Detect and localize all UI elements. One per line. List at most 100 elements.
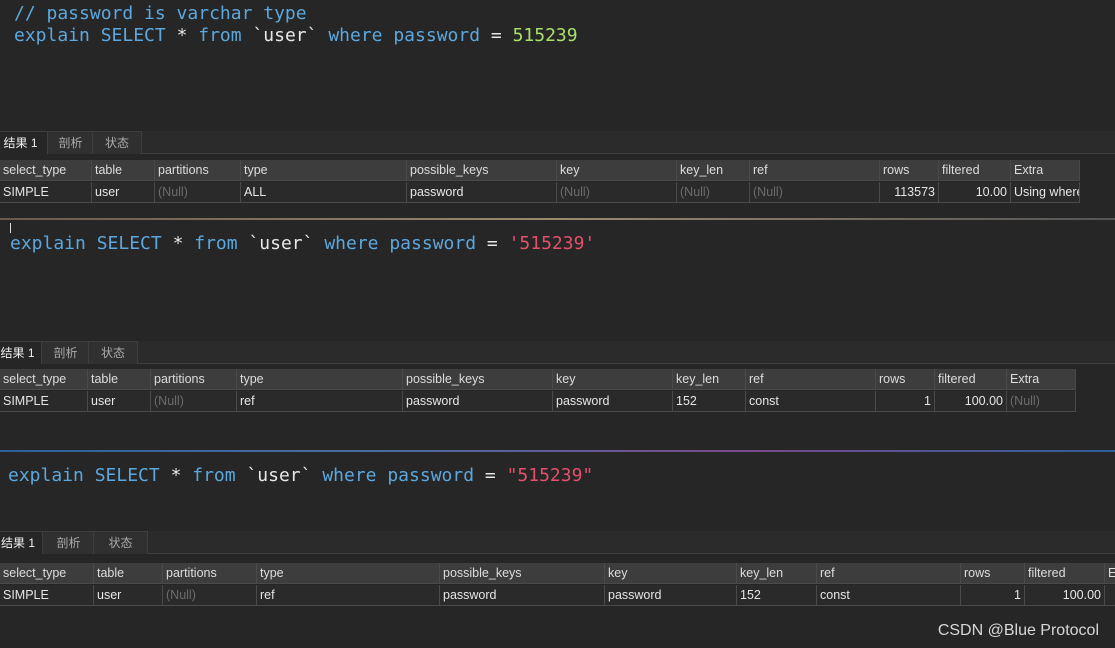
table-cell[interactable]: 113573: [880, 182, 939, 203]
column-header[interactable]: key: [605, 563, 737, 584]
sql-token: from: [198, 25, 242, 46]
table-cell[interactable]: password: [403, 391, 553, 412]
column-header[interactable]: key: [553, 369, 673, 390]
watermark: CSDN @Blue Protocol: [937, 622, 1099, 639]
sql-query-line[interactable]: explain SELECT * from `user` where passw…: [10, 233, 595, 254]
table-cell[interactable]: 100.00: [935, 391, 1007, 412]
sql-token: `user`: [246, 465, 312, 486]
sql-query-line[interactable]: explain SELECT * from `user` where passw…: [14, 25, 578, 46]
column-header[interactable]: type: [237, 369, 403, 390]
table-cell[interactable]: (Null): [155, 182, 241, 203]
table-cell[interactable]: [1105, 585, 1115, 606]
column-header[interactable]: filtered: [939, 160, 1011, 181]
column-header[interactable]: filtered: [935, 369, 1007, 390]
column-header[interactable]: table: [94, 563, 163, 584]
column-header[interactable]: ref: [750, 160, 880, 181]
column-header[interactable]: ref: [817, 563, 961, 584]
table-cell[interactable]: 1: [961, 585, 1025, 606]
sql-token: *: [170, 465, 182, 486]
column-header[interactable]: type: [257, 563, 440, 584]
sql-token: explain SELECT: [8, 465, 160, 486]
column-header[interactable]: Extra: [1007, 369, 1076, 390]
panel-divider: [0, 218, 1115, 220]
sql-token: where password: [324, 233, 477, 254]
column-header[interactable]: filtered: [1025, 563, 1105, 584]
column-header[interactable]: Extra: [1011, 160, 1080, 181]
tab-result[interactable]: 结果 1: [0, 131, 49, 154]
table-cell[interactable]: (Null): [557, 182, 677, 203]
table-cell[interactable]: ALL: [241, 182, 407, 203]
column-header[interactable]: rows: [876, 369, 935, 390]
tab-profile[interactable]: 剖析: [41, 341, 90, 364]
table-cell[interactable]: 152: [673, 391, 746, 412]
table-cell[interactable]: SIMPLE: [0, 585, 94, 606]
sql-token: where password: [328, 25, 481, 46]
column-header[interactable]: type: [241, 160, 407, 181]
column-header[interactable]: partitions: [155, 160, 241, 181]
table-cell[interactable]: ref: [257, 585, 440, 606]
table-cell[interactable]: (Null): [677, 182, 750, 203]
table-cell[interactable]: const: [817, 585, 961, 606]
tab-status[interactable]: 状态: [88, 341, 138, 364]
table-cell[interactable]: 152: [737, 585, 817, 606]
column-header[interactable]: key_len: [673, 369, 746, 390]
table-cell[interactable]: (Null): [163, 585, 257, 606]
column-header[interactable]: table: [92, 160, 155, 181]
column-header[interactable]: possible_keys: [440, 563, 605, 584]
table-cell[interactable]: user: [92, 182, 155, 203]
table-cell[interactable]: user: [88, 391, 151, 412]
column-header[interactable]: table: [88, 369, 151, 390]
column-header[interactable]: select_type: [0, 160, 92, 181]
tab-status[interactable]: 状态: [93, 531, 148, 554]
column-header[interactable]: key_len: [737, 563, 817, 584]
sql-token: *: [172, 233, 184, 254]
panel-divider: [0, 450, 1115, 452]
table-cell[interactable]: 1: [876, 391, 935, 412]
table-cell[interactable]: Using where: [1011, 182, 1080, 203]
sql-token: from: [192, 465, 236, 486]
sql-token: 515239: [512, 25, 578, 46]
table-cell[interactable]: SIMPLE: [0, 391, 88, 412]
column-header[interactable]: select_type: [0, 563, 94, 584]
table-cell[interactable]: password: [605, 585, 737, 606]
sql-token: where password: [322, 465, 475, 486]
column-header[interactable]: key: [557, 160, 677, 181]
sql-comment: // password is varchar type: [14, 3, 307, 24]
sql-query-line[interactable]: explain SELECT * from `user` where passw…: [8, 465, 593, 486]
tab-profile[interactable]: 剖析: [42, 531, 95, 554]
sql-token: explain SELECT: [10, 233, 162, 254]
sql-token: from: [194, 233, 238, 254]
result-tabs: 结果 1 剖析 状态: [0, 531, 1115, 554]
table-cell[interactable]: password: [553, 391, 673, 412]
sql-token: explain SELECT: [14, 25, 166, 46]
sql-token: =: [486, 233, 498, 254]
column-header[interactable]: rows: [880, 160, 939, 181]
column-header[interactable]: key_len: [677, 160, 750, 181]
column-header[interactable]: possible_keys: [407, 160, 557, 181]
table-cell[interactable]: ref: [237, 391, 403, 412]
table-cell[interactable]: const: [746, 391, 876, 412]
sql-token: `user`: [252, 25, 318, 46]
tab-status[interactable]: 状态: [92, 131, 142, 154]
table-cell[interactable]: (Null): [151, 391, 237, 412]
tab-result[interactable]: 结果 1: [0, 341, 43, 364]
column-header[interactable]: select_type: [0, 369, 88, 390]
column-header[interactable]: partitions: [163, 563, 257, 584]
table-cell[interactable]: password: [407, 182, 557, 203]
result-tabs: 结果 1 剖析 状态: [0, 341, 1115, 364]
tab-profile[interactable]: 剖析: [47, 131, 94, 154]
table-cell[interactable]: (Null): [1007, 391, 1076, 412]
table-cell[interactable]: 100.00: [1025, 585, 1105, 606]
column-header[interactable]: partitions: [151, 369, 237, 390]
table-cell[interactable]: (Null): [750, 182, 880, 203]
column-header[interactable]: ref: [746, 369, 876, 390]
tab-result[interactable]: 结果 1: [0, 531, 44, 554]
table-cell[interactable]: SIMPLE: [0, 182, 92, 203]
table-cell[interactable]: 10.00: [939, 182, 1011, 203]
table-cell[interactable]: user: [94, 585, 163, 606]
sql-token: =: [484, 465, 496, 486]
table-cell[interactable]: password: [440, 585, 605, 606]
column-header[interactable]: rows: [961, 563, 1025, 584]
column-header[interactable]: possible_keys: [403, 369, 553, 390]
column-header[interactable]: Extra: [1105, 563, 1115, 584]
